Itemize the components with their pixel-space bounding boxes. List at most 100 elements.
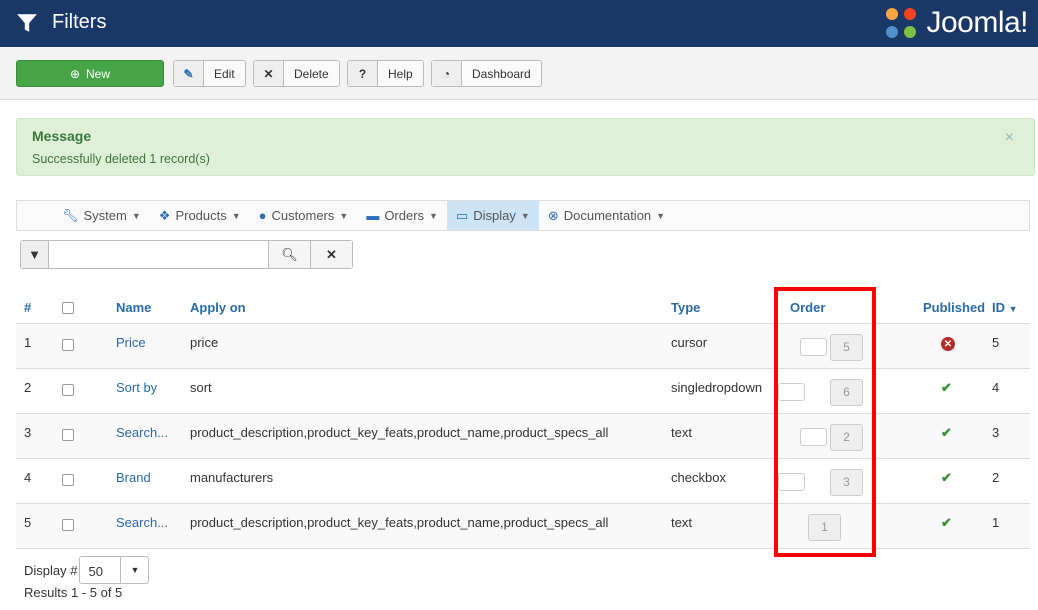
row-type: cursor [671,323,776,369]
row-id: 2 [992,458,1030,504]
filters-table: # Name Apply on Type Order Published ID … [16,288,1030,549]
row-id: 5 [992,323,1030,369]
delete-label: Delete [294,66,329,81]
message-heading: Message [32,128,92,144]
question-icon: ? [348,61,378,86]
row-checkbox[interactable] [62,383,74,396]
display-limit: Display # 50 ▼ [24,556,150,584]
search-input[interactable] [49,241,268,268]
col-type[interactable]: Type [671,288,776,324]
row-checkbox[interactable] [62,518,74,531]
unpublished-x-icon[interactable]: ✕ [941,337,955,351]
published-check-icon[interactable]: ✔ [941,470,952,485]
row-name-link[interactable]: Sort by [116,380,157,395]
row-name-cell: Brand [116,458,190,504]
dashboard-button[interactable]: ◔ Dashboard [431,60,542,87]
row-published-cell: ✕ [908,323,992,369]
clear-search-button[interactable]: ✕ [310,241,352,268]
published-check-icon[interactable]: ✔ [941,515,952,530]
order-column-highlight [774,287,876,557]
row-name-link[interactable]: Search... [116,425,168,440]
limit-select[interactable]: 50 ▼ [79,556,150,584]
close-icon[interactable]: × [1005,129,1014,147]
nav-products[interactable]: ❖ Products ▼ [150,201,250,230]
table-row: 5 Search... product_description,product_… [16,503,1030,549]
col-name[interactable]: Name [116,288,190,324]
nav-label: Display [473,208,516,223]
table-row: 3 Search... product_description,product_… [16,413,1030,459]
col-apply[interactable]: Apply on [190,288,671,324]
caret-down-icon: ▼ [231,210,241,221]
nav-display[interactable]: ▭ Display ▼ [446,201,539,230]
row-num: 1 [16,323,62,369]
row-checkbox-cell [62,458,116,504]
edit-label: Edit [214,66,235,81]
results-count: Results 1 - 5 of 5 [24,585,123,600]
caret-down-icon: ▼ [120,557,148,583]
toolbar: ⊕ New ✎ Edit ✕ Delete ? Help ◔ Dashboard [0,47,1038,100]
edit-button[interactable]: ✎ Edit [173,60,246,87]
nav-documentation[interactable]: ⊗ Documentation ▼ [539,201,674,230]
row-type: checkbox [671,458,776,504]
nav-orders[interactable]: ▬ Orders ▼ [357,201,447,230]
row-published-cell: ✔ [908,413,992,459]
row-type: text [671,413,776,459]
table-row: 2 Sort by sort singledropdown 6 ✔ 4 [16,368,1030,414]
published-check-icon[interactable]: ✔ [941,425,952,440]
row-type: text [671,503,776,549]
table-row: 4 Brand manufacturers checkbox 3 ✔ 2 [16,458,1030,504]
id-label: ID [992,299,1005,315]
row-name-link[interactable]: Brand [116,470,151,485]
row-id: 3 [992,413,1030,459]
row-name-link[interactable]: Price [116,335,146,350]
row-checkbox-cell [62,503,116,549]
row-type: singledropdown [671,368,776,414]
row-num: 5 [16,503,62,549]
nav-system[interactable]: 🔧︎ System ▼ [53,201,150,230]
message-body: Successfully deleted 1 record(s) [32,152,210,166]
joomla-logo-icon [886,8,917,38]
new-button[interactable]: ⊕ New [16,60,164,87]
search-button[interactable]: 🔍︎ [268,241,310,268]
dashboard-icon: ◔ [432,61,462,86]
row-checkbox[interactable] [62,473,74,486]
row-num: 3 [16,413,62,459]
table-row: 1 Price price cursor 5 ✕ 5 [16,323,1030,369]
col-published[interactable]: Published [908,288,992,324]
edit-icon: ✎ [174,61,204,86]
row-name-link[interactable]: Search... [116,515,168,530]
nav-label: Orders [384,208,425,223]
row-checkbox-cell [62,368,116,414]
lifebuoy-icon: ⊗ [547,207,559,223]
published-check-icon[interactable]: ✔ [941,380,952,395]
caret-down-icon: ▼ [656,210,666,221]
nav-label: System [83,208,127,223]
app-header: Filters Joomla! [0,0,1038,47]
help-button[interactable]: ? Help [347,60,424,87]
row-checkbox-cell [62,323,116,369]
row-apply: product_description,product_key_feats,pr… [190,413,671,459]
component-nav: 🔧︎ System ▼ ❖ Products ▼ ● Customers ▼ ▬ Orders… [16,200,1030,231]
delete-button[interactable]: ✕ Delete [253,60,340,87]
row-published-cell: ✔ [908,368,992,414]
joomla-logo: Joomla! [882,4,1028,42]
nav-label: Customers [271,208,335,223]
success-message: Message Successfully deleted 1 record(s)… [16,118,1035,176]
dashboard-label: Dashboard [472,66,531,81]
user-icon: ● [258,208,267,223]
row-id: 4 [992,368,1030,414]
row-checkbox[interactable] [62,338,74,351]
row-apply: price [190,323,671,369]
check-all-checkbox[interactable] [62,301,74,314]
filter-toggle-button[interactable]: ▼ [21,241,49,268]
nav-customers[interactable]: ● Customers ▼ [250,201,358,230]
row-checkbox[interactable] [62,428,74,441]
cubes-icon: ❖ [158,207,171,223]
wrench-icon: 🔧︎ [62,207,79,223]
help-label: Help [388,66,413,81]
display-label: Display # [24,562,78,578]
limit-value: 50 [88,564,103,579]
sort-desc-icon: ▼ [1008,303,1018,314]
x-icon: ✕ [254,61,284,86]
col-id[interactable]: ID ▼ [992,288,1030,324]
